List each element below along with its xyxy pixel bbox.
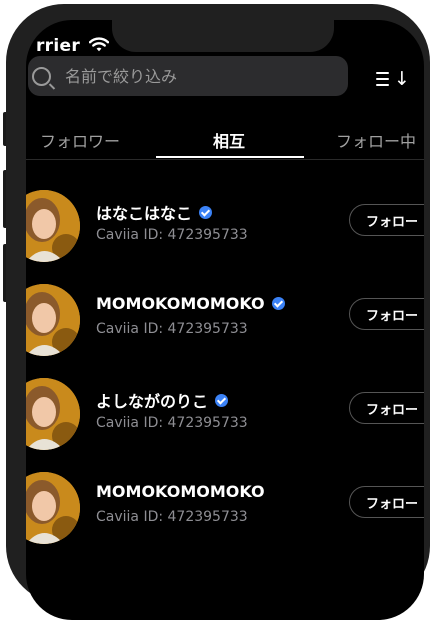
avatar: [26, 284, 80, 356]
user-name: MOMOKOMOMOKO: [96, 294, 285, 313]
tab-mutual[interactable]: 相互: [213, 128, 245, 152]
user-name: よしながのりこ: [96, 388, 229, 412]
verified-badge-icon: [271, 297, 285, 310]
notch: [112, 8, 334, 52]
screen: rrier ↓ フォロワー 相互 フォロー中: [26, 20, 424, 620]
user-id: Caviia ID: 472395733: [96, 321, 248, 337]
phone-frame: rrier ↓ フォロワー 相互 フォロー中: [6, 4, 430, 620]
wifi-icon: [88, 36, 110, 57]
follow-button[interactable]: フォロー: [349, 298, 424, 330]
tab-followers[interactable]: フォロワー: [40, 128, 120, 152]
user-id: Caviia ID: 472395733: [96, 227, 248, 243]
avatar: [26, 472, 80, 544]
user-row[interactable]: MOMOKOMOMOKO Caviia ID: 472395733 フォロー: [26, 284, 424, 366]
carrier-label: rrier: [36, 36, 81, 56]
follow-button[interactable]: フォロー: [349, 486, 424, 518]
user-name: はなこはなこ: [96, 200, 213, 224]
user-row[interactable]: よしながのりこ Caviia ID: 472395733 フォロー: [26, 378, 424, 460]
sort-icon[interactable]: ↓: [376, 68, 410, 90]
search-input[interactable]: [65, 66, 305, 86]
follow-button[interactable]: フォロー: [349, 204, 424, 236]
avatar: [26, 378, 80, 450]
search-icon: [32, 66, 51, 86]
follow-button[interactable]: フォロー: [349, 392, 424, 424]
user-name: MOMOKOMOMOKO: [96, 482, 265, 501]
search-bar[interactable]: [28, 56, 348, 96]
tab-divider: [26, 159, 424, 160]
verified-badge-icon: [215, 393, 229, 407]
avatar: [26, 190, 80, 262]
active-tab-indicator: [156, 156, 304, 158]
verified-badge-icon: [199, 205, 213, 219]
tab-following[interactable]: フォロー中: [336, 128, 416, 152]
tab-bar: フォロワー 相互 フォロー中: [26, 120, 424, 158]
user-id: Caviia ID: 472395733: [96, 415, 248, 431]
user-id: Caviia ID: 472395733: [96, 509, 248, 525]
user-row[interactable]: はなこはなこ Caviia ID: 472395733 フォロー: [26, 190, 424, 272]
status-bar: rrier: [26, 34, 110, 58]
user-row[interactable]: MOMOKOMOMOKO Caviia ID: 472395733 フォロー: [26, 472, 424, 554]
